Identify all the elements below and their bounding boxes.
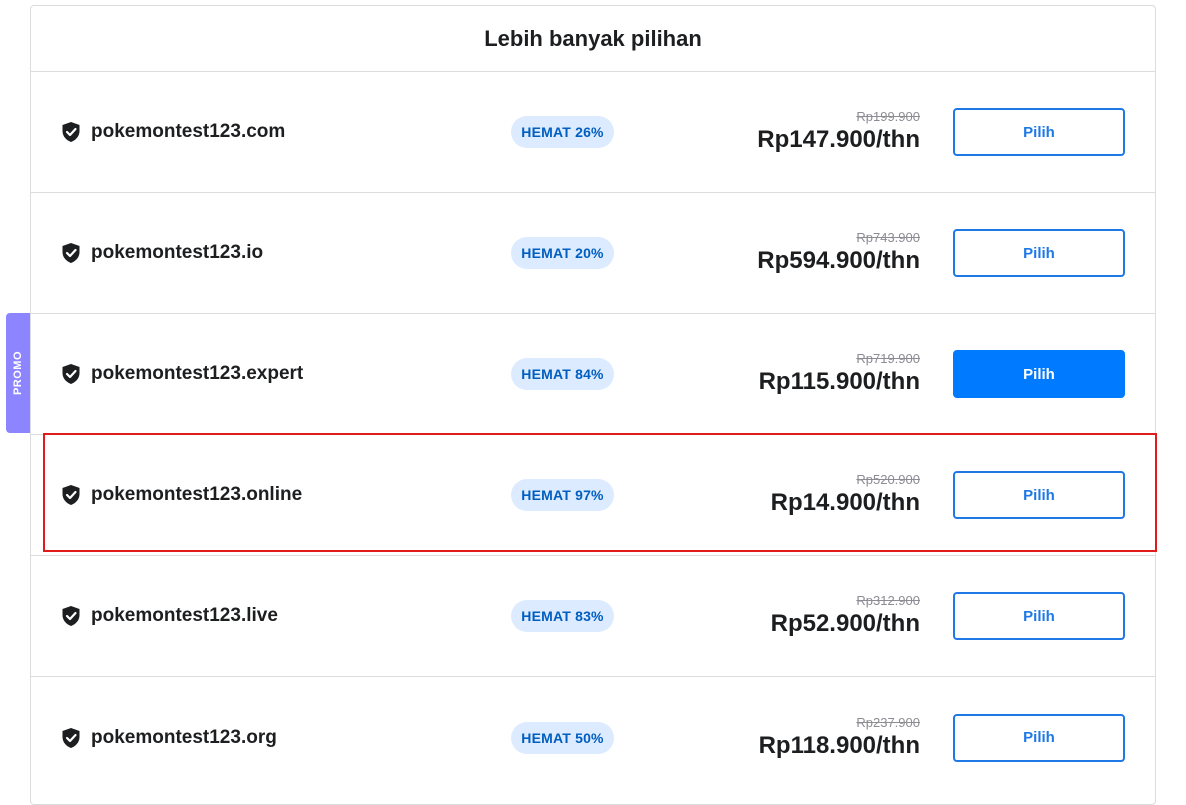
select-button[interactable]: Pilih <box>953 713 1125 762</box>
discounted-price: Rp147.900/thn <box>757 126 920 153</box>
discount-badge: HEMAT 84% <box>511 358 614 390</box>
price-block: Rp520.900 Rp14.900/thn <box>771 472 920 518</box>
domain-name: pokemontest123.com <box>91 121 286 142</box>
discount-badge: HEMAT 50% <box>511 721 614 754</box>
discount-badge: HEMAT 26% <box>511 116 614 148</box>
discounted-price: Rp594.900/thn <box>757 247 920 274</box>
price-block: Rp743.900 Rp594.900/thn <box>757 230 920 276</box>
discount-badge: HEMAT 97% <box>511 479 614 511</box>
original-price: Rp719.900 <box>856 351 920 366</box>
discounted-price: Rp118.900/thn <box>758 731 920 759</box>
domain-row: pokemontest123.io HEMAT 20% Rp743.900 Rp… <box>31 193 1155 314</box>
domain-name: pokemontest123.org <box>91 726 277 748</box>
price-block: Rp312.900 Rp52.900/thn <box>771 593 920 639</box>
price-block: Rp719.900 Rp115.900/thn <box>759 351 920 397</box>
promo-tab[interactable]: PROMO <box>6 313 30 433</box>
domain-row: pokemontest123.expert HEMAT 84% Rp719.90… <box>31 314 1155 435</box>
discounted-price: Rp52.900/thn <box>770 610 920 637</box>
domain-name: pokemontest123.io <box>91 242 264 263</box>
domain-name: pokemontest123.live <box>91 605 278 626</box>
price-block: Rp237.900 Rp118.900/thn <box>759 715 920 761</box>
domain-row: pokemontest123.com HEMAT 26% Rp199.900 R… <box>31 72 1155 193</box>
card-title: Lebih banyak pilihan <box>31 6 1155 72</box>
select-button[interactable]: Pilih <box>953 471 1125 519</box>
discounted-price: Rp115.900/thn <box>758 368 920 395</box>
discounted-price: Rp14.900/thn <box>770 489 920 516</box>
original-price: Rp312.900 <box>856 593 920 608</box>
original-price: Rp743.900 <box>856 230 920 245</box>
shield-check-icon <box>62 122 80 142</box>
promo-tab-label: PROMO <box>12 350 24 396</box>
shield-check-icon <box>62 243 80 263</box>
price-block: Rp199.900 Rp147.900/thn <box>757 109 920 155</box>
original-price: Rp520.900 <box>856 472 920 487</box>
shield-check-icon <box>62 606 80 626</box>
domain-row: pokemontest123.online HEMAT 97% Rp520.90… <box>31 435 1155 556</box>
discount-badge: HEMAT 20% <box>511 237 614 269</box>
shield-check-icon <box>62 727 80 748</box>
original-price: Rp199.900 <box>856 109 920 124</box>
select-button[interactable]: Pilih <box>953 592 1125 640</box>
domain-name: pokemontest123.online <box>91 484 303 505</box>
domain-name: pokemontest123.expert <box>91 363 304 384</box>
shield-check-icon <box>62 364 80 384</box>
select-button[interactable]: Pilih <box>953 229 1125 277</box>
original-price: Rp237.900 <box>856 714 920 730</box>
discount-badge: HEMAT 83% <box>511 600 614 632</box>
domain-row: pokemontest123.live HEMAT 83% Rp312.900 … <box>31 556 1155 677</box>
domain-row: pokemontest123.org HEMAT 50% Rp237.900 R… <box>31 677 1155 798</box>
shield-check-icon <box>62 485 80 505</box>
domain-options-card: Lebih banyak pilihan pokemontest123.com … <box>30 5 1156 805</box>
select-button[interactable]: Pilih <box>953 108 1125 156</box>
select-button[interactable]: Pilih <box>953 350 1125 398</box>
